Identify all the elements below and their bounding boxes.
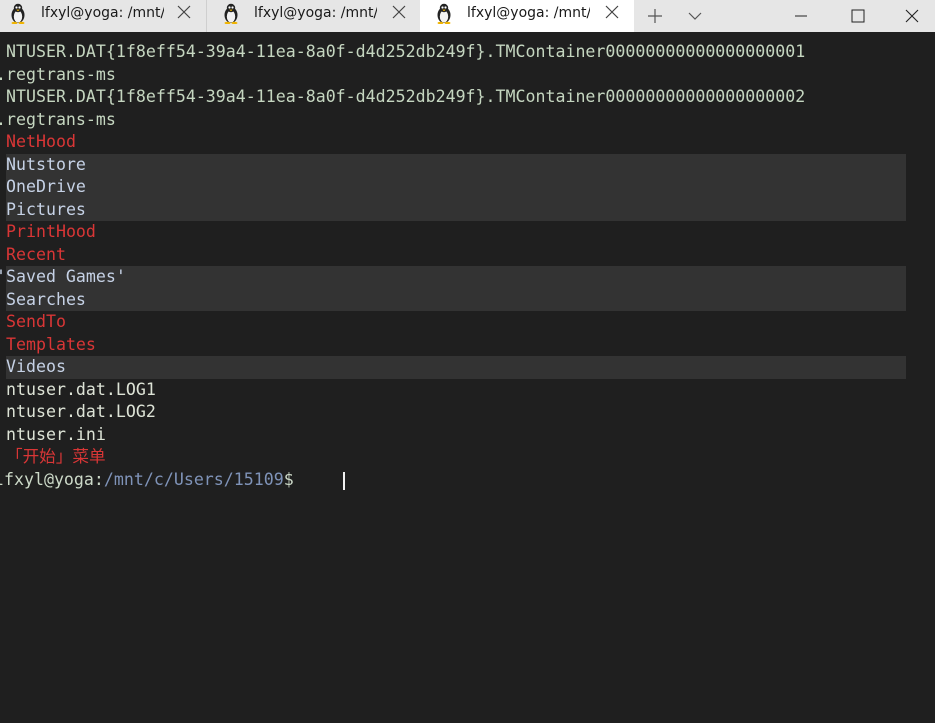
tux-icon bbox=[437, 3, 451, 24]
terminal-line: NetHood bbox=[0, 131, 935, 154]
terminal-line-text: .regtrans-ms bbox=[0, 64, 116, 84]
maximize-icon bbox=[851, 9, 865, 23]
tab-title: lfxyl@yoga: /mnt/c bbox=[254, 5, 377, 21]
tab-dropdown-button[interactable] bbox=[680, 0, 710, 32]
close-window-button[interactable] bbox=[889, 0, 935, 32]
terminal-line: 「开始」菜单 bbox=[0, 446, 935, 469]
terminal-line: Pictures bbox=[0, 198, 935, 221]
terminal-line-text: OneDrive bbox=[6, 177, 86, 196]
terminal-line-text: SendTo bbox=[6, 312, 66, 331]
terminal-line-text: ntuser.ini bbox=[6, 424, 106, 444]
terminal-line: Searches bbox=[0, 288, 935, 311]
prompt-separator: : bbox=[93, 469, 104, 489]
terminal-line-text: PrintHood bbox=[6, 222, 96, 241]
shell-prompt: lfxyl@yoga:/mnt/c/Users/15109$ bbox=[0, 469, 304, 492]
directory-highlight bbox=[6, 198, 906, 221]
terminal-line-text: ntuser.dat.LOG1 bbox=[6, 379, 156, 399]
maximize-button[interactable] bbox=[835, 0, 881, 32]
terminal-line-text: NTUSER.DAT{1f8eff54-39a4-11ea-8a0f-d4d25… bbox=[6, 42, 806, 61]
new-tab-button[interactable] bbox=[640, 0, 670, 32]
directory-highlight bbox=[6, 153, 906, 176]
terminal-line: NTUSER.DAT{1f8eff54-39a4-11ea-8a0f-d4d25… bbox=[0, 86, 935, 109]
terminal-line: Templates bbox=[0, 334, 935, 357]
tux-icon bbox=[224, 3, 238, 24]
terminal-line-text: NetHood bbox=[6, 132, 76, 151]
terminal-line-text: Templates bbox=[6, 334, 96, 354]
terminal-line-text: ntuser.dat.LOG2 bbox=[6, 402, 156, 421]
title-bar: lfxyl@yoga: /mnt/c lfxyl@yoga: /mnt/c lf… bbox=[0, 0, 935, 32]
prompt-line[interactable]: lfxyl@yoga:/mnt/c/Users/15109$ bbox=[0, 469, 935, 492]
terminal-line: ntuser.ini bbox=[0, 424, 935, 447]
terminal-line-text: 'Saved Games' bbox=[0, 267, 126, 286]
terminal-line: .regtrans-ms bbox=[0, 64, 935, 87]
terminal-line: Videos bbox=[0, 356, 935, 379]
directory-highlight bbox=[6, 356, 906, 379]
terminal-line-text: NTUSER.DAT{1f8eff54-39a4-11ea-8a0f-d4d25… bbox=[6, 87, 806, 106]
terminal-line-text: 「开始」菜单 bbox=[6, 447, 106, 466]
prompt-path: /mnt/c/Users/15109 bbox=[103, 469, 284, 489]
terminal-line-text: .regtrans-ms bbox=[0, 109, 116, 129]
terminal-line: 'Saved Games' bbox=[0, 266, 935, 289]
terminal-line-text: Videos bbox=[6, 357, 66, 376]
prompt-symbol: $ bbox=[283, 469, 304, 489]
text-cursor bbox=[343, 471, 345, 490]
terminal-line-text: Pictures bbox=[6, 199, 86, 219]
terminal-line: Recent bbox=[0, 244, 935, 267]
close-tab-icon[interactable] bbox=[176, 4, 192, 20]
terminal-line: OneDrive bbox=[0, 176, 935, 199]
tab-1[interactable]: lfxyl@yoga: /mnt/c bbox=[0, 0, 207, 32]
chevron-down-icon bbox=[688, 12, 702, 20]
directory-highlight bbox=[6, 176, 906, 199]
tab-title: lfxyl@yoga: /mnt/c bbox=[467, 5, 590, 21]
terminal-line: Nutstore bbox=[0, 153, 935, 176]
directory-highlight bbox=[6, 266, 906, 289]
terminal-line-text: Recent bbox=[6, 244, 66, 264]
close-tab-icon[interactable] bbox=[391, 4, 407, 20]
close-icon bbox=[905, 9, 919, 23]
terminal-line: ntuser.dat.LOG2 bbox=[0, 401, 935, 424]
terminal-line: .regtrans-ms bbox=[0, 109, 935, 132]
tab-title: lfxyl@yoga: /mnt/c bbox=[41, 5, 164, 21]
plus-icon bbox=[648, 9, 662, 23]
terminal-line-text: Nutstore bbox=[6, 154, 86, 174]
terminal-line: SendTo bbox=[0, 311, 935, 334]
prompt-user-host: lfxyl@yoga bbox=[0, 469, 94, 489]
terminal-line: PrintHood bbox=[0, 221, 935, 244]
tab-3[interactable]: lfxyl@yoga: /mnt/c bbox=[420, 0, 634, 32]
minimize-button[interactable] bbox=[778, 0, 824, 32]
tux-icon bbox=[11, 3, 25, 24]
terminal-line: ntuser.dat.LOG1 bbox=[0, 379, 935, 402]
minimize-icon bbox=[795, 15, 807, 17]
directory-highlight bbox=[6, 288, 906, 311]
terminal-line-text: Searches bbox=[6, 289, 86, 309]
close-tab-icon[interactable] bbox=[604, 4, 620, 20]
terminal-output[interactable]: NTUSER.DAT{1f8eff54-39a4-11ea-8a0f-d4d25… bbox=[0, 32, 935, 723]
tab-2[interactable]: lfxyl@yoga: /mnt/c bbox=[207, 0, 420, 32]
terminal-line: NTUSER.DAT{1f8eff54-39a4-11ea-8a0f-d4d25… bbox=[0, 41, 935, 64]
